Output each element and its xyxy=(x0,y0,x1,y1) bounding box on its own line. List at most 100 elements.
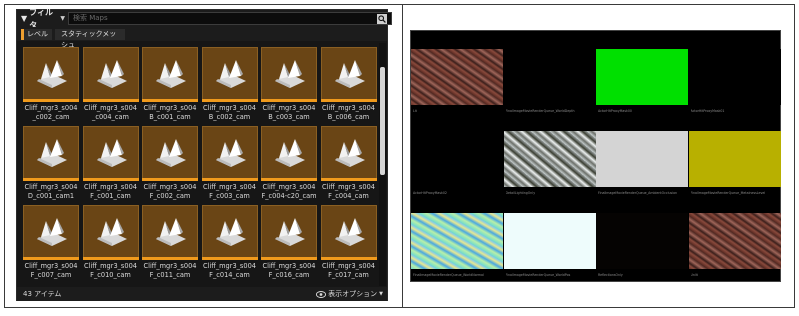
asset-tile[interactable]: Cliff_mgr3_s004F_c011_cam xyxy=(142,205,198,283)
chevron-down-icon: ▼ xyxy=(379,291,383,297)
asset-thumbnail xyxy=(320,47,377,100)
render-pass-image xyxy=(596,131,688,187)
eye-icon xyxy=(316,290,327,298)
asset-type-bar xyxy=(320,178,377,181)
level-icon xyxy=(275,139,305,167)
render-pass-image xyxy=(688,49,781,105)
asset-tile[interactable]: Cliff_mgr3_s004F_c016_cam xyxy=(261,205,317,283)
asset-label: Cliff_mgr3_s004F_c001_cam xyxy=(84,183,137,200)
render-pass-image xyxy=(503,131,596,187)
asset-tile[interactable]: Cliff_mgr3_s004F_c002_cam xyxy=(142,126,198,204)
asset-thumbnail xyxy=(320,126,377,179)
asset-thumbnail xyxy=(201,205,258,258)
asset-tile[interactable]: Cliff_mgr3_s004F_c001_cam xyxy=(82,126,139,204)
asset-label: Cliff_mgr3_s004B_c006_cam xyxy=(322,104,375,121)
asset-label: Cliff_mgr3_s004_c004_cam xyxy=(84,104,137,121)
chevron-down-icon: ▼ xyxy=(60,15,65,22)
asset-thumbnail xyxy=(261,47,317,100)
level-icon xyxy=(215,139,246,167)
asset-thumbnail xyxy=(142,205,198,258)
asset-tile[interactable]: Cliff_mgr3_s004B_c001_cam xyxy=(142,47,198,125)
level-icon xyxy=(215,60,246,88)
asset-label: Cliff_mgr3_s004F_c016_cam xyxy=(262,262,316,279)
asset-label: Cliff_mgr3_s004F_c003_cam xyxy=(203,183,256,200)
level-icon xyxy=(37,139,67,167)
asset-tile[interactable]: Cliff_mgr3_s004F_c004-c20_cam xyxy=(261,126,317,204)
asset-label: Cliff_mgr3_s004F_c014_cam xyxy=(203,262,256,279)
level-icon xyxy=(156,139,186,167)
asset-thumbnail xyxy=(23,126,79,179)
level-icon xyxy=(96,60,127,88)
asset-tile[interactable]: Cliff_mgr3_s004F_c007_cam xyxy=(23,205,79,283)
asset-tile[interactable]: Cliff_mgr3_s004D_c001_cam1 xyxy=(23,126,79,204)
render-pass-label: ReflectionsOnly xyxy=(598,273,623,277)
level-icon xyxy=(334,218,365,246)
asset-type-bar xyxy=(142,178,198,181)
asset-type-bar xyxy=(201,257,258,260)
asset-tile[interactable]: Cliff_mgr3_s004B_c002_cam xyxy=(201,47,258,125)
asset-type-bar xyxy=(201,99,258,102)
render-pass-image xyxy=(596,49,688,105)
level-icon xyxy=(215,218,246,246)
asset-tile[interactable]: Cliff_mgr3_s004B_c006_cam xyxy=(320,47,377,125)
asset-type-bar xyxy=(82,99,139,102)
render-pass-label: FinalImageMovieRenderQueue_MetalnessLeve… xyxy=(690,191,766,195)
asset-type-bar xyxy=(23,257,79,260)
render-pass-label: FinalImageMovieRenderQueue_WorldPos xyxy=(505,273,571,277)
render-pass-label: FinalImageMovieRenderQueue_WorldNormal xyxy=(413,273,484,277)
asset-type-bar xyxy=(23,178,79,181)
asset-label: Cliff_mgr3_s004B_c002_cam xyxy=(203,104,256,121)
render-pass-label: Lit xyxy=(413,109,417,113)
asset-label: Cliff_mgr3_s004B_c003_cam xyxy=(262,104,316,121)
render-pass-label: ActorHitProxyMask00 xyxy=(598,109,632,113)
filter-icon: ▼ xyxy=(21,14,28,23)
asset-label: Cliff_mgr3_s004F_c011_cam xyxy=(143,262,197,279)
level-icon xyxy=(37,218,67,246)
render-pass-label: ActorHitProxyMask01 xyxy=(690,109,725,113)
filter-button[interactable]: ▼ フィルタ ▼ xyxy=(21,8,65,30)
search-input[interactable]: 検索 Maps xyxy=(68,12,392,25)
asset-label: Cliff_mgr3_s004F_c010_cam xyxy=(84,262,137,279)
asset-thumbnail xyxy=(261,126,317,179)
asset-tile[interactable]: Cliff_mgr3_s004F_c010_cam xyxy=(82,205,139,283)
level-icon xyxy=(96,139,127,167)
level-icon xyxy=(156,60,186,88)
asset-thumbnail xyxy=(142,47,198,100)
chip-level[interactable]: レベル xyxy=(21,29,52,40)
asset-tile[interactable]: Cliff_mgr3_s004F_c004_cam xyxy=(320,126,377,204)
level-icon xyxy=(275,60,305,88)
render-pass-label: FinalImageMovieRenderQueue_AmbientOcclus… xyxy=(598,191,678,195)
level-icon xyxy=(334,60,365,88)
asset-tile[interactable]: Cliff_mgr3_s004_c004_cam xyxy=(82,47,139,125)
search-icon[interactable] xyxy=(377,14,387,24)
level-icon xyxy=(275,218,305,246)
asset-label: Cliff_mgr3_s004F_c007_cam xyxy=(24,262,78,279)
asset-tile[interactable]: Cliff_mgr3_s004B_c003_cam xyxy=(261,47,317,125)
asset-type-bar xyxy=(82,178,139,181)
level-icon xyxy=(96,218,127,246)
asset-type-bar xyxy=(261,99,317,102)
asset-tile[interactable]: Cliff_mgr3_s004_c002_cam xyxy=(23,47,79,125)
render-pass-image xyxy=(596,213,688,269)
render-pass-image xyxy=(688,131,781,187)
asset-label: Cliff_mgr3_s004D_c001_cam1 xyxy=(24,183,78,200)
asset-thumbnail xyxy=(201,47,258,100)
vertical-scrollbar[interactable] xyxy=(379,43,386,286)
render-pass-image xyxy=(503,49,596,105)
scrollbar-thumb[interactable] xyxy=(380,67,385,175)
asset-label: Cliff_mgr3_s004F_c004-c20_cam xyxy=(261,183,317,200)
asset-label: Cliff_mgr3_s004F_c004_cam xyxy=(322,183,375,200)
view-options-button[interactable]: 表示オプション ▼ xyxy=(316,287,383,301)
chip-static-mesh[interactable]: スタティックメッシュ xyxy=(55,29,125,49)
asset-tile[interactable]: Cliff_mgr3_s004F_c017_cam xyxy=(320,205,377,283)
render-pass-image xyxy=(688,213,781,269)
asset-tile[interactable]: Cliff_mgr3_s004F_c014_cam xyxy=(201,205,258,283)
render-pass-label: ActorHitProxyMask02 xyxy=(413,191,447,195)
asset-type-bar xyxy=(142,257,198,260)
asset-thumbnail xyxy=(82,205,139,258)
render-pass-image xyxy=(503,213,596,269)
asset-label: Cliff_mgr3_s004_c002_cam xyxy=(24,104,78,121)
content-browser: ▼ フィルタ ▼ 検索 Maps レベル スタティックメッシュ Cliff_mg… xyxy=(16,8,392,301)
asset-thumbnail xyxy=(201,126,258,179)
asset-tile[interactable]: Cliff_mgr3_s004F_c003_cam xyxy=(201,126,258,204)
